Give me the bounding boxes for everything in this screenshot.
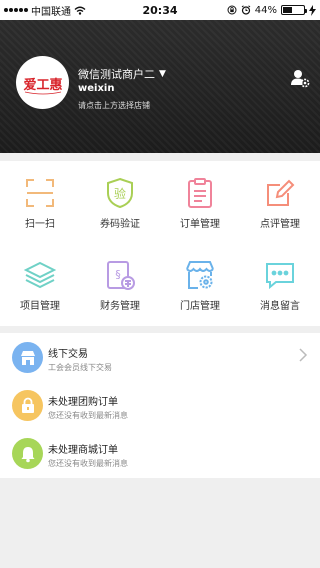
grid-item-messages[interactable]: 消息留言 bbox=[240, 259, 320, 329]
carrier-name: 中国联通 bbox=[31, 6, 71, 18]
grid-item-coupon-verify[interactable]: 验 券码验证 bbox=[80, 177, 160, 247]
list-title: 未处理商城订单 bbox=[48, 445, 118, 456]
function-grid: 扫一扫 验 券码验证 订单管理 点评管理 项目管理 § 财务管理 门店管理 消息… bbox=[0, 161, 320, 326]
grid-item-scan[interactable]: 扫一扫 bbox=[0, 177, 80, 247]
store-icon bbox=[12, 342, 43, 373]
account-name: weixin bbox=[78, 83, 115, 94]
list-subtitle: 工会会员线下交易 bbox=[48, 363, 112, 372]
svg-text:§: § bbox=[115, 268, 121, 281]
grid-label: 扫一扫 bbox=[25, 219, 55, 230]
merchant-name: 微信测试商户二 bbox=[78, 68, 155, 81]
battery-icon bbox=[281, 5, 307, 15]
notification-list: 线下交易 工会会员线下交易 未处理团购订单 您还没有收到最新消息 未处理商城订单… bbox=[0, 333, 320, 478]
merchant-header: 爱工惠 微信测试商户二 ▼ weixin 请点击上方选择店铺 bbox=[0, 20, 320, 153]
status-bar: 中国联通 20:34 44% bbox=[0, 0, 320, 20]
dropdown-caret-icon: ▼ bbox=[159, 69, 166, 79]
list-subtitle: 您还没有收到最新消息 bbox=[48, 459, 128, 468]
battery-percent: 44% bbox=[254, 4, 277, 16]
order-icon bbox=[188, 178, 212, 208]
finance-icon: § bbox=[107, 261, 135, 290]
alarm-icon bbox=[241, 5, 251, 15]
layers-icon bbox=[24, 261, 56, 289]
user-settings-icon[interactable] bbox=[290, 68, 310, 88]
list-item-offline-trade[interactable]: 线下交易 工会会员线下交易 bbox=[0, 333, 320, 381]
list-subtitle: 您还没有收到最新消息 bbox=[48, 411, 128, 420]
grid-item-reviews[interactable]: 点评管理 bbox=[240, 177, 320, 247]
grid-item-finance[interactable]: § 财务管理 bbox=[80, 259, 160, 329]
svg-text:验: 验 bbox=[114, 186, 126, 201]
scan-icon bbox=[26, 179, 54, 207]
grid-item-orders[interactable]: 订单管理 bbox=[160, 177, 240, 247]
grid-label: 财务管理 bbox=[100, 301, 140, 312]
list-item-group-orders[interactable]: 未处理团购订单 您还没有收到最新消息 bbox=[0, 381, 320, 429]
list-item-mall-orders[interactable]: 未处理商城订单 您还没有收到最新消息 bbox=[0, 429, 320, 477]
list-title: 线下交易 bbox=[48, 349, 88, 360]
list-title: 未处理团购订单 bbox=[48, 397, 118, 408]
store-settings-icon bbox=[186, 261, 214, 289]
grid-label: 点评管理 bbox=[260, 219, 300, 230]
wifi-icon bbox=[74, 6, 86, 15]
lock-rotation-icon bbox=[227, 5, 237, 15]
bell-icon bbox=[12, 438, 43, 469]
grid-label: 订单管理 bbox=[180, 219, 220, 230]
signal-icon bbox=[4, 8, 28, 12]
svg-text:爱工惠: 爱工惠 bbox=[23, 77, 62, 92]
store-select-hint: 请点击上方选择店铺 bbox=[78, 101, 150, 110]
grid-label: 消息留言 bbox=[260, 301, 300, 312]
grid-label: 项目管理 bbox=[20, 301, 60, 312]
grid-label: 券码验证 bbox=[100, 219, 140, 230]
merchant-logo[interactable]: 爱工惠 bbox=[16, 56, 69, 109]
chevron-right-icon bbox=[299, 348, 308, 362]
grid-item-stores[interactable]: 门店管理 bbox=[160, 259, 240, 329]
coupon-verify-icon: 验 bbox=[107, 177, 133, 209]
grid-item-projects[interactable]: 项目管理 bbox=[0, 259, 80, 329]
grid-label: 门店管理 bbox=[180, 301, 220, 312]
charging-icon bbox=[309, 4, 316, 16]
review-edit-icon bbox=[267, 179, 295, 206]
merchant-selector[interactable]: 微信测试商户二 ▼ bbox=[78, 66, 166, 82]
lock-bag-icon bbox=[12, 390, 43, 421]
message-icon bbox=[266, 263, 294, 290]
clock: 20:34 bbox=[142, 3, 178, 17]
